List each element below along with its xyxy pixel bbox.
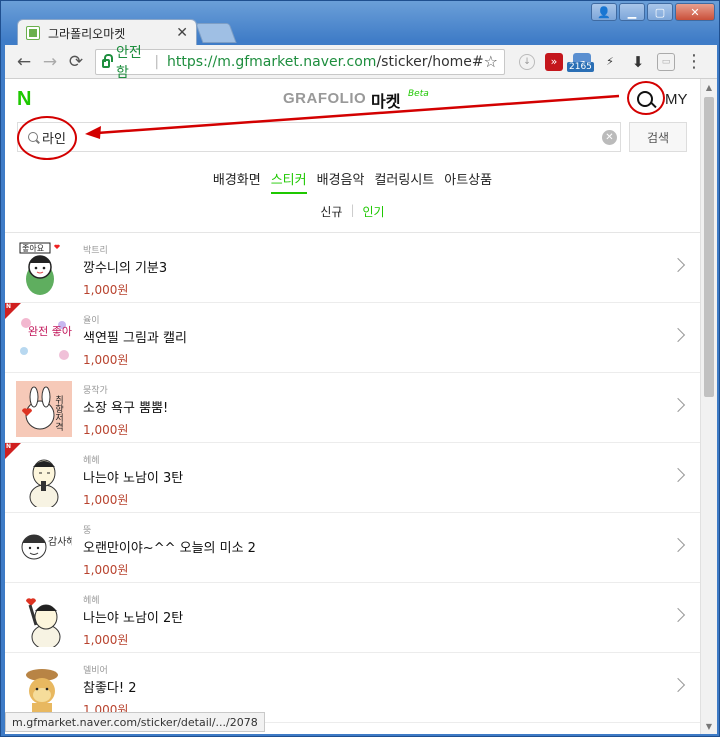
thumb-text: 취향저격 xyxy=(53,395,63,432)
scroll-thumb[interactable] xyxy=(704,97,714,397)
category-wallpaper[interactable]: 배경화면 xyxy=(213,169,261,194)
item-price: 1,000원 xyxy=(83,563,129,577)
download-arrow-icon[interactable]: ⬇ xyxy=(629,53,647,71)
chevron-right-icon xyxy=(670,397,686,413)
item-author: 뭉작가 xyxy=(83,386,108,396)
thumb-text: 완전 좋아요 xyxy=(28,325,72,338)
sticker-thumbnail: 취향저격 xyxy=(16,381,72,437)
browser-tab[interactable]: 그라폴리오마켓 ✕ xyxy=(17,19,197,46)
tab-popular[interactable]: 인기 xyxy=(363,203,385,220)
sticker-thumbnail xyxy=(16,451,72,507)
address-bar[interactable]: 안전함 | https://m.gfmarket.naver.com /stic… xyxy=(95,45,505,81)
item-price: 1,000원 xyxy=(83,283,129,297)
chevron-right-icon xyxy=(670,537,686,553)
lightning-icon[interactable]: ⚡ xyxy=(601,53,619,71)
category-sticker[interactable]: 스티커 xyxy=(270,169,307,194)
thumb-text: 감사해요 xyxy=(48,535,72,548)
extension-badge: 2165 xyxy=(567,61,594,72)
tab-title: 그라폴리오마켓 xyxy=(48,26,126,41)
url-host: https://m.gfmarket.naver.com xyxy=(167,53,377,70)
extension-box-icon[interactable]: ▭ xyxy=(657,52,675,71)
item-title: 오랜만이야~^^ 오늘의 미소 2 xyxy=(83,541,256,556)
annotation-arrow xyxy=(85,94,620,139)
item-title: 나는야 노남이 2탄 xyxy=(83,611,184,626)
tab-close-icon[interactable]: ✕ xyxy=(176,25,188,41)
bookmark-star-icon[interactable]: ☆ xyxy=(484,52,498,71)
item-price: 1,000원 xyxy=(83,423,129,437)
forward-button[interactable]: → xyxy=(37,49,63,75)
sticker-thumbnail xyxy=(16,661,72,717)
category-coloring-sheet[interactable]: 컬러링시트 xyxy=(374,169,434,194)
item-title: 나는야 노남이 3탄 xyxy=(83,471,184,486)
item-author: 박트리 xyxy=(83,246,108,256)
item-author: 델비어 xyxy=(83,666,108,676)
browser-window: 그라폴리오마켓 ✕ 👤 ▁ ▢ ✕ ← → ⟳ 안전함 | https://m.… xyxy=(0,0,720,737)
list-item[interactable]: 좋아요 박트리 깡수니의 기분3 1,000원 xyxy=(5,233,700,303)
item-price: 1,000원 xyxy=(83,633,129,647)
item-title: 깡수니의 기분3 xyxy=(83,261,168,276)
lock-icon xyxy=(102,54,113,68)
thumb-text: 좋아요 xyxy=(22,243,44,253)
browser-toolbar: ← → ⟳ 안전함 | https://m.gfmarket.naver.com… xyxy=(5,45,717,81)
user-icon[interactable]: 👤 xyxy=(591,3,617,21)
secure-label: 안전함 xyxy=(115,44,142,81)
favicon-icon xyxy=(26,26,40,40)
chevron-right-icon xyxy=(670,327,686,343)
sticker-list: 좋아요 박트리 깡수니의 기분3 1,000원 N 완전 좋아요 xyxy=(5,232,700,723)
status-bar: m.gfmarket.naver.com/sticker/detail/.../… xyxy=(5,712,265,732)
maximize-button[interactable]: ▢ xyxy=(647,3,673,21)
extension-cloud-icon[interactable]: ☁2165 xyxy=(567,52,594,72)
reload-button[interactable]: ⟳ xyxy=(63,49,89,75)
sticker-thumbnail: 완전 좋아요 xyxy=(16,311,72,367)
item-author: 뚱 xyxy=(83,526,92,536)
page-viewport: N GRAFOLIO 마켓 Beta MY 라인 ✕ 검색 배경화면 스티커 배… xyxy=(5,79,717,734)
extension-red-icon[interactable]: » xyxy=(545,52,563,71)
tab-new[interactable]: 신규 xyxy=(320,203,342,220)
list-item[interactable]: 헤헤 나는야 노남이 2탄 1,000원 xyxy=(5,583,700,653)
category-bgm[interactable]: 배경음악 xyxy=(317,169,365,194)
chevron-right-icon xyxy=(670,607,686,623)
minimize-button[interactable]: ▁ xyxy=(619,3,645,21)
sticker-thumbnail: 감사해요 xyxy=(16,521,72,577)
chevron-right-icon xyxy=(670,677,686,693)
chevron-right-icon xyxy=(670,257,686,273)
item-author: 헤헤 xyxy=(83,596,100,606)
category-art-goods[interactable]: 아트상품 xyxy=(444,169,492,194)
menu-dots-icon[interactable]: ⋮ xyxy=(685,51,703,72)
list-item[interactable]: N 헤헤 나는야 노남이 3탄 1,000원 xyxy=(5,443,700,513)
close-window-button[interactable]: ✕ xyxy=(675,3,715,21)
vertical-scrollbar[interactable]: ▲ ▼ xyxy=(700,79,717,734)
sticker-thumbnail xyxy=(16,591,72,647)
category-nav: 배경화면 스티커 배경음악 컬러링시트 아트상품 xyxy=(5,169,700,194)
item-author: 헤헤 xyxy=(83,456,100,466)
item-title: 참좋다! 2 xyxy=(83,681,137,696)
item-price: 1,000원 xyxy=(83,353,129,367)
chevron-right-icon xyxy=(670,467,686,483)
scroll-down-icon[interactable]: ▼ xyxy=(701,718,717,734)
item-title: 색연필 그림과 캘리 xyxy=(83,331,187,346)
new-tab-button[interactable] xyxy=(195,23,237,43)
sort-tabs: 신규 | 인기 xyxy=(320,203,385,220)
list-item[interactable]: 감사해요 뚱 오랜만이야~^^ 오늘의 미소 2 1,000원 xyxy=(5,513,700,583)
item-author: 율이 xyxy=(83,316,100,326)
list-item[interactable]: 취향저격 뭉작가 소장 욕구 뿜뿜! 1,000원 xyxy=(5,373,700,443)
list-item[interactable]: N 완전 좋아요 율이 색연필 그림과 캘리 1,000원 xyxy=(5,303,700,373)
url-path: /sticker/home# xyxy=(376,53,484,70)
sticker-thumbnail: 좋아요 xyxy=(16,241,72,297)
title-bar: 그라폴리오마켓 ✕ 👤 ▁ ▢ ✕ xyxy=(1,1,720,46)
back-button[interactable]: ← xyxy=(11,49,37,75)
download-circle-icon[interactable]: ↓ xyxy=(519,53,535,70)
item-price: 1,000원 xyxy=(83,493,129,507)
item-title: 소장 욕구 뿜뿜! xyxy=(83,401,169,416)
